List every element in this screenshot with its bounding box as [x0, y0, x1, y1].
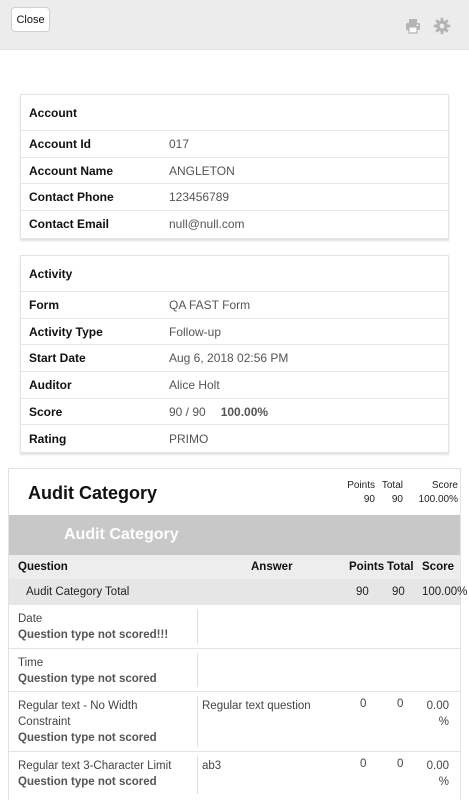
question-text: Regular text - No Width Constraint: [18, 700, 138, 728]
auditor-value: Alice Holt: [169, 377, 220, 392]
audit-category-title: Audit Category: [28, 483, 158, 503]
audit-category-section: Audit Category Points 90 Total 90 Score …: [8, 468, 467, 800]
category-band-title: Audit Category: [64, 526, 179, 543]
summary-total-label: Total: [381, 480, 403, 491]
summary-points-value: 90: [363, 494, 375, 505]
question-note: Question type not scored: [18, 673, 157, 685]
auditor-label: Auditor: [29, 377, 72, 392]
audit-summary-header: Audit Category Points 90 Total 90 Score …: [9, 469, 460, 515]
question-text: Time: [18, 657, 44, 669]
printer-icon[interactable]: [404, 17, 422, 35]
answer-cell: Regular text question: [202, 700, 311, 712]
top-toolbar: Close: [0, 0, 469, 50]
activity-type-row: Activity Type Follow-up: [21, 319, 448, 346]
question-note: Question type not scored: [18, 732, 157, 744]
column-question: Question: [18, 561, 68, 573]
column-answer: Answer: [251, 561, 293, 573]
form-label: Form: [29, 297, 59, 312]
points-cell: 0: [360, 698, 367, 710]
rating-value: PRIMO: [169, 431, 209, 446]
category-total-total: 90: [392, 586, 405, 598]
category-total-score: 100.00%: [422, 586, 468, 598]
contact-email-label: Contact Email: [29, 217, 110, 232]
contact-email-row: Contact Email null@null.com: [21, 211, 448, 238]
score-label: Score: [29, 404, 63, 419]
auditor-row: Auditor Alice Holt: [21, 372, 448, 399]
summary-points: Points 90: [347, 479, 375, 507]
points-cell: 0: [360, 758, 367, 770]
column-points: Points: [349, 561, 385, 573]
column-divider: [197, 696, 198, 747]
account-header: Account: [21, 95, 448, 131]
contact-phone-row: Contact Phone 123456789: [21, 184, 448, 212]
question-text: Date: [18, 613, 43, 625]
question-note: Question type not scored!!!: [18, 629, 169, 641]
total-cell: 0: [397, 698, 404, 710]
account-id-value: 017: [169, 136, 190, 151]
question-note: Question type not scored: [18, 776, 157, 788]
column-divider: [197, 609, 198, 644]
table-row: Regular text 3-Character Limit Question …: [9, 752, 460, 798]
account-name-row: Account Name ANGLETON: [21, 158, 448, 185]
question-text: Regular text 3-Character Limit: [18, 760, 172, 772]
answer-cell: ab3: [202, 760, 222, 772]
table-row: Time Question type not scored: [9, 649, 460, 692]
column-score: Score: [422, 561, 454, 573]
question-cell: Regular text 3-Character Limit Question …: [18, 758, 193, 790]
activity-type-value: Follow-up: [169, 324, 222, 339]
table-row: Regular text - No Width Constraint Quest…: [9, 692, 460, 752]
form-row: Form QA FAST Form: [21, 292, 448, 319]
contact-email-value: null@null.com: [169, 217, 245, 232]
summary-points-label: Points: [347, 480, 375, 491]
score-cell: 0.00 %: [426, 760, 449, 788]
account-id-label: Account Id: [29, 136, 91, 151]
column-total: Total: [387, 561, 414, 573]
column-divider: [197, 653, 198, 687]
start-date-label: Start Date: [29, 351, 86, 366]
total-cell: 0: [397, 758, 404, 770]
score-value: 90 / 90: [169, 404, 206, 419]
category-band: Audit Category: [9, 515, 460, 555]
score-percent: 100.00%: [220, 404, 269, 419]
summary-score-value: 100.00%: [418, 494, 458, 505]
score-cell: 0.00 %: [426, 700, 449, 728]
summary-score: Score 100.00%: [419, 479, 458, 507]
activity-header: Activity: [21, 256, 448, 292]
category-total-row: Audit Category Total 90 90 100.00%: [9, 579, 467, 605]
question-cell: Time Question type not scored: [18, 655, 193, 687]
start-date-value: Aug 6, 2018 02:56 PM: [169, 351, 289, 366]
question-cell: Regular text - No Width Constraint Quest…: [18, 698, 193, 746]
summary-total-value: 90: [391, 494, 403, 505]
contact-phone-label: Contact Phone: [29, 190, 114, 205]
summary-score-label: Score: [431, 480, 458, 491]
table-row: Date Question type not scored!!!: [9, 605, 460, 649]
questions-table-header: Question Answer Points Total Score: [9, 555, 460, 579]
activity-card: Activity Form QA FAST Form Activity Type…: [20, 255, 449, 454]
activity-type-label: Activity Type: [29, 324, 103, 339]
account-name-label: Account Name: [29, 163, 114, 178]
account-name-value: ANGLETON: [169, 163, 235, 178]
question-cell: Date Question type not scored!!!: [18, 611, 193, 643]
gear-icon[interactable]: [433, 17, 451, 35]
rating-label: Rating: [29, 431, 67, 446]
form-value: QA FAST Form: [169, 297, 251, 312]
contact-phone-value: 123456789: [169, 190, 230, 205]
category-total-points: 90: [356, 586, 369, 598]
score-row: Score 90 / 90 100.00%: [21, 399, 448, 426]
close-button[interactable]: Close: [11, 7, 50, 32]
account-id-row: Account Id 017: [21, 131, 448, 158]
rating-row: Rating PRIMO: [21, 425, 448, 452]
column-divider: [197, 756, 198, 794]
start-date-row: Start Date Aug 6, 2018 02:56 PM: [21, 345, 448, 373]
category-total-label: Audit Category Total: [26, 586, 130, 598]
summary-total: Total 90: [382, 479, 403, 507]
account-card: Account Account Id 017 Account Name ANGL…: [20, 94, 449, 239]
